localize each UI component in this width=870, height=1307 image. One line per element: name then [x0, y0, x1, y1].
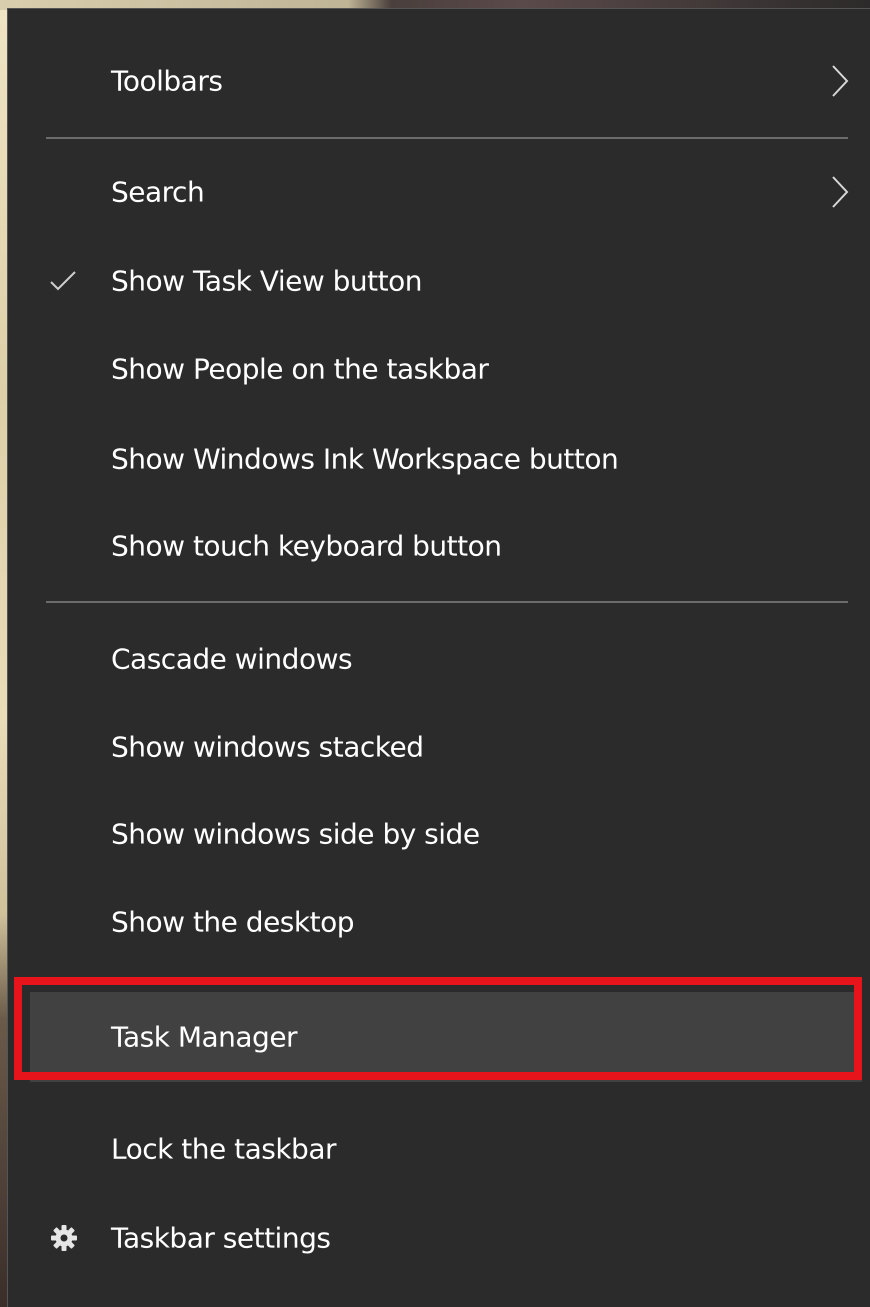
menu-item-label: Lock the taskbar [111, 1132, 336, 1166]
menu-item-show-the-desktop[interactable]: Show the desktop [8, 878, 864, 966]
menu-item-show-touch-keyboard[interactable]: Show touch keyboard button [8, 502, 864, 590]
taskbar-context-menu: Toolbars Search Show Task View button Sh… [7, 8, 870, 1307]
menu-item-task-manager[interactable]: Task Manager [30, 992, 862, 1082]
menu-item-label: Show People on the taskbar [111, 352, 489, 386]
menu-item-show-people[interactable]: Show People on the taskbar [8, 325, 864, 413]
menu-item-show-windows-side-by-side[interactable]: Show windows side by side [8, 790, 864, 878]
menu-item-cascade-windows[interactable]: Cascade windows [8, 615, 864, 703]
menu-item-label: Taskbar settings [111, 1221, 331, 1255]
checkmark-icon [50, 271, 76, 291]
menu-item-label: Show Task View button [111, 264, 422, 298]
menu-separator [46, 601, 848, 603]
menu-item-search[interactable]: Search [8, 148, 864, 236]
menu-item-label: Show touch keyboard button [111, 529, 502, 563]
menu-item-show-windows-ink[interactable]: Show Windows Ink Workspace button [8, 415, 864, 503]
menu-item-label: Show the desktop [111, 905, 355, 939]
chevron-right-icon [832, 65, 849, 97]
menu-item-show-task-view-button[interactable]: Show Task View button [8, 237, 864, 325]
menu-separator [46, 978, 848, 980]
chevron-right-icon [832, 176, 849, 208]
menu-item-label: Task Manager [111, 1020, 298, 1054]
gear-icon [51, 1225, 77, 1251]
menu-item-lock-the-taskbar[interactable]: Lock the taskbar [8, 1105, 864, 1193]
menu-item-toolbars[interactable]: Toolbars [8, 37, 864, 125]
menu-item-label: Show Windows Ink Workspace button [111, 442, 619, 476]
menu-item-label: Cascade windows [111, 642, 353, 676]
menu-separator [46, 137, 848, 139]
menu-item-label: Show windows side by side [111, 817, 480, 851]
menu-item-taskbar-settings[interactable]: Taskbar settings [8, 1194, 864, 1282]
menu-item-label: Toolbars [111, 64, 223, 98]
menu-item-label: Show windows stacked [111, 730, 424, 764]
menu-item-show-windows-stacked[interactable]: Show windows stacked [8, 703, 864, 791]
menu-item-label: Search [111, 175, 205, 209]
